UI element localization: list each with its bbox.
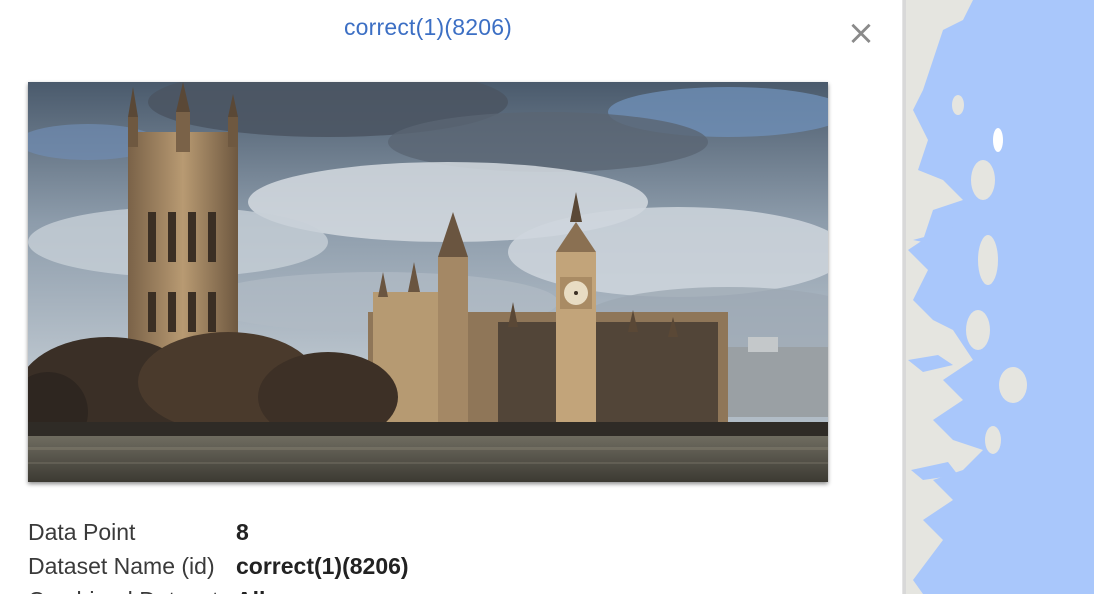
image-detail-modal: correct(1)(8206) × Data Point 8 Dataset …: [0, 0, 902, 594]
dataset-photo: [28, 82, 828, 482]
modal-title: correct(1)(8206): [343, 14, 513, 40]
detail-value: correct(1)(8206): [236, 553, 409, 579]
app-window: correct(1)(8206) × Data Point 8 Dataset …: [0, 0, 1094, 594]
detail-value: 8: [236, 519, 249, 545]
detail-label: Dataset Name (id): [28, 553, 215, 579]
details-table: Data Point 8 Dataset Name (id) correct(1…: [28, 515, 409, 594]
detail-value: All: [236, 583, 265, 594]
detail-label: Combined Dataset: [28, 583, 236, 594]
detail-label: Data Point: [28, 519, 136, 545]
close-icon[interactable]: ×: [846, 16, 876, 50]
detail-row-data-point: Data Point 8: [28, 515, 409, 549]
detail-row-combined-dataset: Combined Dataset All: [28, 583, 409, 594]
detail-row-dataset-name: Dataset Name (id) correct(1)(8206): [28, 549, 409, 583]
map-view[interactable]: [902, 0, 1094, 594]
